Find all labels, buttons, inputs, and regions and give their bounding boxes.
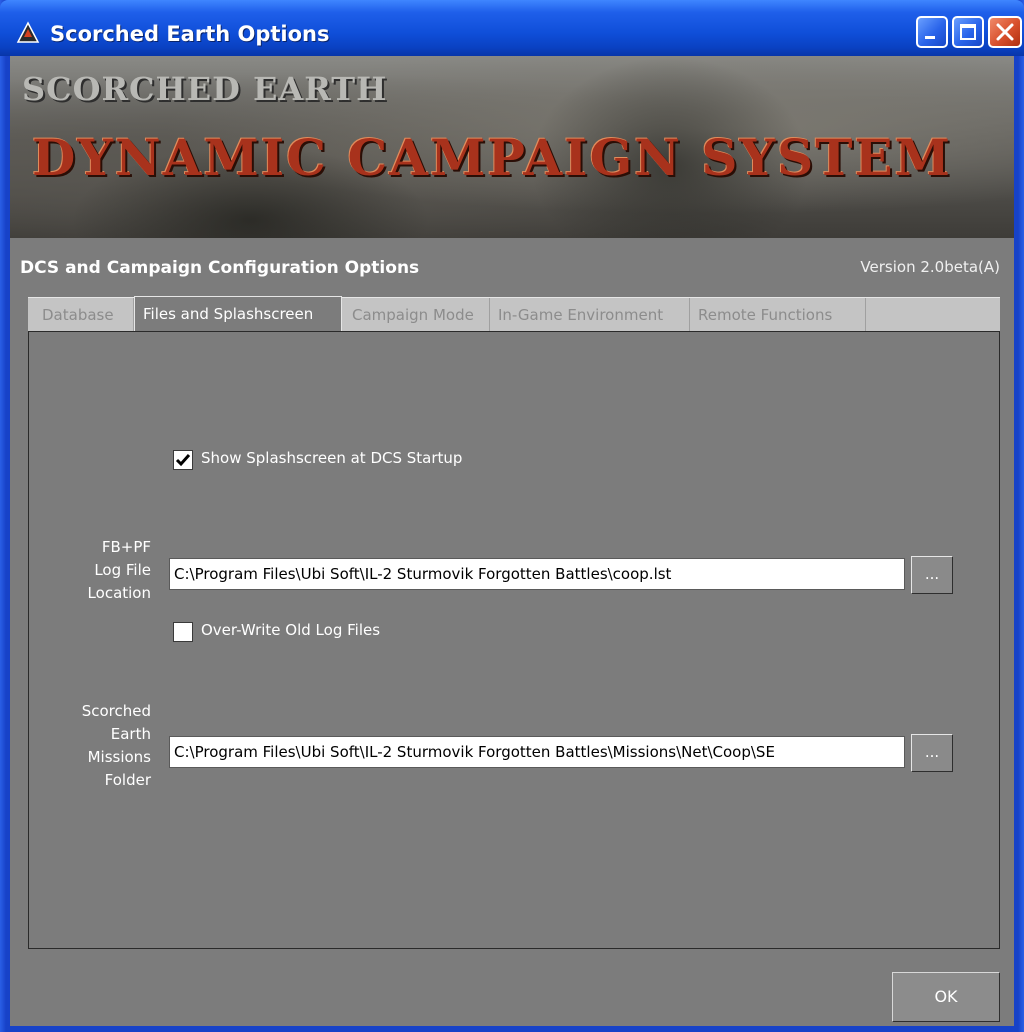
- missions-folder-label: Scorched Earth Missions Folder: [31, 700, 151, 792]
- tab-label: Remote Functions: [698, 306, 833, 324]
- maximize-button[interactable]: [952, 16, 984, 48]
- log-file-path-input[interactable]: C:\Program Files\Ubi Soft\IL-2 Sturmovik…: [169, 558, 905, 590]
- label-line: Location: [87, 584, 151, 602]
- show-splashscreen-checkbox[interactable]: [173, 450, 193, 470]
- overwrite-log-files-label: Over-Write Old Log Files: [201, 621, 381, 639]
- tab-label: Campaign Mode: [352, 306, 474, 324]
- label-line: Missions: [87, 748, 151, 766]
- checkmark-icon: [175, 454, 191, 467]
- label-line: Folder: [104, 771, 151, 789]
- tab-remote-functions[interactable]: Remote Functions: [690, 298, 866, 332]
- tab-label: In-Game Environment: [498, 306, 664, 324]
- tab-database[interactable]: Database: [28, 298, 134, 332]
- show-splashscreen-label: Show Splashscreen at DCS Startup: [201, 449, 463, 467]
- section-title: DCS and Campaign Configuration Options: [20, 258, 420, 278]
- files-and-splashscreen-panel: Show Splashscreen at DCS Startup FB+PF L…: [28, 331, 1000, 949]
- label-line: Earth: [110, 725, 151, 743]
- tab-label: Database: [42, 306, 114, 324]
- banner-subtitle: SCORCHED EARTH: [22, 70, 388, 108]
- close-button[interactable]: [988, 16, 1022, 48]
- label-line: Log File: [94, 561, 151, 579]
- close-icon: [996, 23, 1014, 41]
- maximize-icon: [960, 24, 976, 40]
- tab-files-and-splashscreen[interactable]: Files and Splashscreen: [134, 296, 342, 334]
- title-bar[interactable]: Scorched Earth Options: [0, 0, 1024, 56]
- log-file-location-label: FB+PF Log File Location: [31, 536, 151, 605]
- options-window: Scorched Earth Options SCORCHED EARTH DY…: [0, 0, 1024, 1032]
- ok-button[interactable]: OK: [892, 972, 1000, 1022]
- dialog-client-area: SCORCHED EARTH DYNAMIC CAMPAIGN SYSTEM D…: [10, 56, 1014, 1026]
- label-line: FB+PF: [101, 538, 151, 556]
- dcs-banner: SCORCHED EARTH DYNAMIC CAMPAIGN SYSTEM: [10, 56, 1014, 238]
- log-file-browse-button[interactable]: ...: [911, 556, 953, 594]
- scorched-earth-app-icon: [16, 21, 40, 43]
- minimize-icon: [925, 36, 935, 39]
- banner-title: DYNAMIC CAMPAIGN SYSTEM: [32, 128, 952, 187]
- missions-folder-browse-button[interactable]: ...: [911, 734, 953, 772]
- label-line: Scorched: [81, 702, 151, 720]
- window-title: Scorched Earth Options: [50, 22, 330, 46]
- minimize-button[interactable]: [916, 16, 948, 48]
- tab-campaign-mode[interactable]: Campaign Mode: [344, 298, 490, 332]
- missions-folder-path-input[interactable]: C:\Program Files\Ubi Soft\IL-2 Sturmovik…: [169, 736, 905, 768]
- overwrite-log-files-checkbox[interactable]: [173, 622, 193, 642]
- tab-label: Files and Splashscreen: [143, 305, 314, 323]
- version-label: Version 2.0beta(A): [860, 258, 1000, 276]
- tab-in-game-environment[interactable]: In-Game Environment: [490, 298, 690, 332]
- tab-strip: Database Files and Splashscreen Campaign…: [28, 296, 1000, 334]
